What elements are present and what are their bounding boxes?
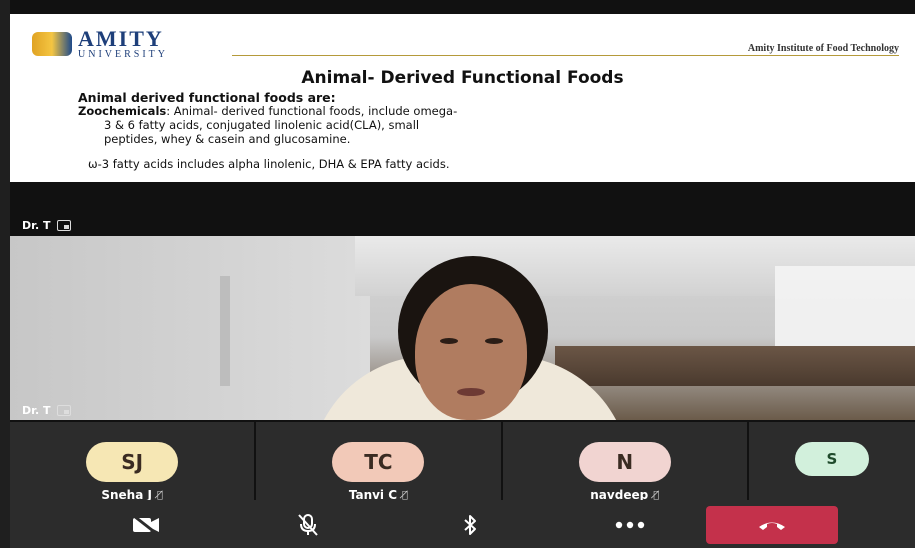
- video-window: [775, 266, 915, 356]
- mic-muted-icon: 🎙̸: [156, 489, 163, 501]
- more-options-button[interactable]: [590, 506, 670, 544]
- participant-tile[interactable]: N navdeep 🎙̸: [502, 422, 747, 502]
- avatar: TC: [332, 442, 425, 482]
- slide-header: AMITY UNIVERSITY Amity Institute of Food…: [32, 28, 899, 60]
- camera-toggle-button[interactable]: [106, 506, 186, 544]
- screen-share-presenter-tag: Dr. T: [22, 219, 71, 232]
- mic-off-icon: [298, 514, 318, 536]
- amity-shield-icon: [32, 32, 72, 56]
- hang-up-button[interactable]: [706, 506, 838, 544]
- slide-title: Animal- Derived Functional Foods: [301, 68, 624, 88]
- video-presenter-tag: Dr. T: [22, 404, 71, 417]
- slide-subtitle: Animal derived functional foods are:: [78, 90, 336, 105]
- person-mouth: [457, 388, 485, 396]
- meeting-window: AMITY UNIVERSITY Amity Institute of Food…: [10, 0, 915, 548]
- more-icon: [615, 521, 645, 529]
- avatar: N: [578, 442, 671, 482]
- call-toolbar: [10, 500, 915, 548]
- bluetooth-icon: [464, 515, 476, 535]
- bluetooth-audio-button[interactable]: [430, 506, 510, 544]
- mic-muted-icon: 🎙̸: [653, 489, 660, 501]
- video-wall: [10, 236, 370, 420]
- presenter-name: Dr. T: [22, 219, 51, 232]
- mic-toggle-button[interactable]: [268, 506, 348, 544]
- participant-tile[interactable]: TC Tanvi C 🎙̸: [256, 422, 501, 502]
- participant-tile[interactable]: SJ Sneha J 🎙̸: [10, 422, 255, 502]
- para-lead: Zoochemicals: [78, 104, 167, 118]
- amity-logo: AMITY UNIVERSITY: [32, 28, 168, 60]
- para-line-2: 3 & 6 fatty acids, conjugated linolenic …: [104, 118, 420, 132]
- para-line-3: peptides, whey & casein and glucosamine.: [104, 132, 351, 146]
- video-presenter-name: Dr. T: [22, 404, 51, 417]
- header-divider: [232, 55, 899, 56]
- screen-share-icon: [56, 220, 71, 231]
- person-eye-left: [440, 338, 458, 344]
- logo-text: AMITY UNIVERSITY: [78, 28, 168, 60]
- logo-sub: UNIVERSITY: [78, 49, 168, 60]
- institute-name: Amity Institute of Food Technology: [747, 43, 899, 54]
- shared-slide: AMITY UNIVERSITY Amity Institute of Food…: [10, 14, 915, 182]
- avatar: S: [794, 442, 869, 476]
- avatar: SJ: [86, 442, 179, 482]
- mic-muted-icon: 🎙̸: [402, 489, 409, 501]
- person-eye-right: [485, 338, 503, 344]
- video-pillar: [220, 276, 230, 386]
- video-bench: [555, 346, 915, 386]
- para-line-1: : Animal- derived functional foods, incl…: [166, 104, 458, 118]
- participant-tile[interactable]: S: [748, 422, 915, 500]
- camera-off-icon: [133, 514, 159, 536]
- person-face: [415, 284, 527, 420]
- hang-up-icon: [759, 522, 785, 530]
- slide-paragraph: Zoochemicals: Animal- derived functional…: [78, 104, 798, 146]
- omega-line: ω-3 fatty acids includes alpha linolenic…: [88, 157, 450, 171]
- participant-strip: SJ Sneha J 🎙̸ TC Tanvi C 🎙̸ N navdeep 🎙̸…: [10, 422, 915, 502]
- logo-main: AMITY: [78, 26, 164, 51]
- screen-share-icon: [56, 405, 71, 416]
- presenter-video[interactable]: Dr. T: [10, 236, 915, 420]
